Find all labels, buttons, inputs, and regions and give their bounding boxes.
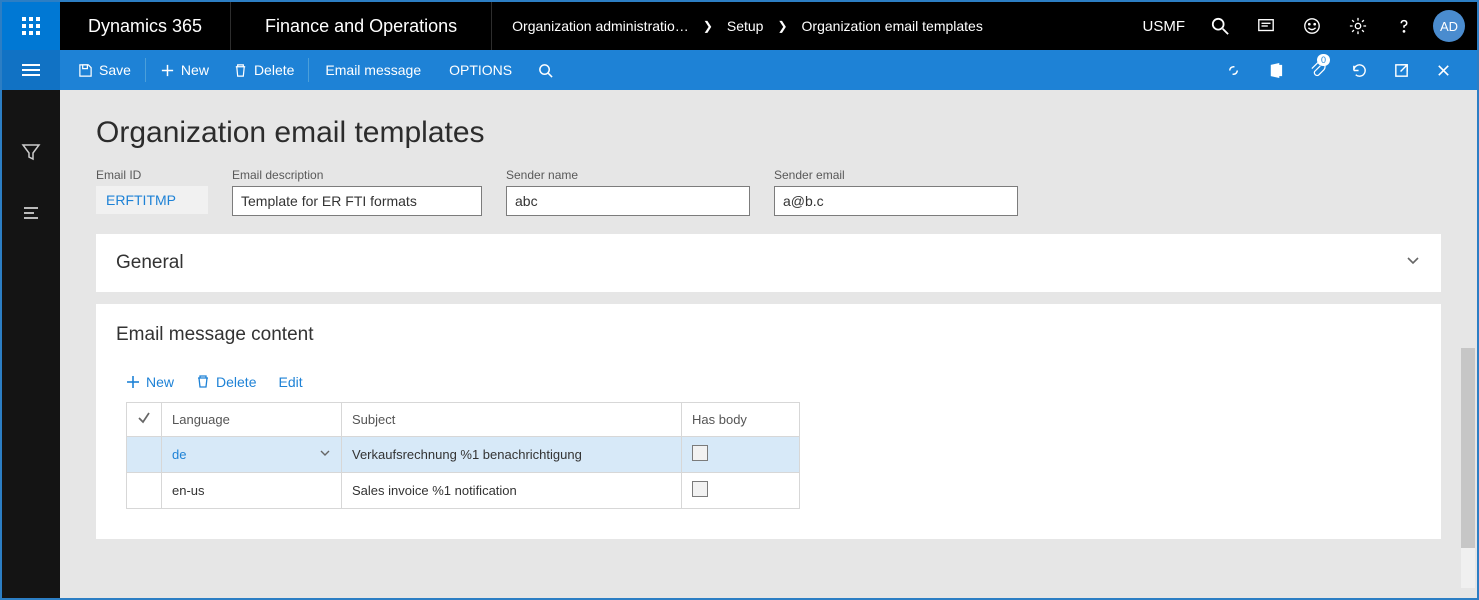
delete-label: Delete <box>254 62 294 78</box>
gear-icon[interactable] <box>1335 2 1381 50</box>
filter-icon[interactable] <box>21 142 41 167</box>
options-button[interactable]: OPTIONS <box>435 62 526 78</box>
email-message-content-title: Email message content <box>116 324 1421 346</box>
chevron-right-icon: ❯ <box>777 19 787 33</box>
table-row[interactable]: en-us Sales invoice %1 notification <box>127 473 800 509</box>
top-icons: AD <box>1197 2 1477 50</box>
separator <box>308 58 309 82</box>
email-id-value[interactable]: ERFTITMP <box>96 186 208 214</box>
breadcrumb: Organization administratio… ❯ Setup ❯ Or… <box>492 18 1130 34</box>
popout-button[interactable] <box>1383 50 1419 90</box>
general-section-header[interactable]: General <box>96 234 1441 292</box>
cell-language-value: de <box>172 447 186 462</box>
related-icon[interactable] <box>21 203 41 228</box>
sender-name-label: Sender name <box>506 168 750 182</box>
refresh-button[interactable] <box>1341 50 1377 90</box>
header-fields: Email ID ERFTITMP Email description Send… <box>96 168 1441 216</box>
grid-delete-button[interactable]: Delete <box>196 374 256 390</box>
delete-button[interactable]: Delete <box>221 50 306 90</box>
search-icon[interactable] <box>1197 2 1243 50</box>
checkbox[interactable] <box>692 481 708 497</box>
help-icon[interactable] <box>1381 2 1427 50</box>
attachments-button[interactable]: 0 <box>1299 50 1335 90</box>
action-search-button[interactable] <box>526 50 565 90</box>
avatar[interactable]: AD <box>1433 10 1465 42</box>
cell-language[interactable]: de <box>162 437 342 473</box>
sender-email-label: Sender email <box>774 168 1018 182</box>
brand-label[interactable]: Dynamics 365 <box>60 16 230 37</box>
nav-pane-toggle[interactable] <box>2 50 60 90</box>
sender-name-input[interactable] <box>506 186 750 216</box>
cell-subject[interactable]: Sales invoice %1 notification <box>342 473 682 509</box>
save-button[interactable]: Save <box>66 50 143 90</box>
link-icon[interactable] <box>1215 50 1251 90</box>
grid-toolbar: New Delete Edit <box>116 374 1421 390</box>
page-title: Organization email templates <box>96 116 1441 150</box>
grid-header-language[interactable]: Language <box>162 403 342 437</box>
breadcrumb-item[interactable]: Organization administratio… <box>512 18 689 34</box>
grid-edit-label: Edit <box>278 374 302 390</box>
left-rail <box>2 90 60 598</box>
grid-delete-label: Delete <box>216 374 256 390</box>
attachments-count: 0 <box>1317 54 1330 66</box>
messages-icon[interactable] <box>1243 2 1289 50</box>
company-selector[interactable]: USMF <box>1131 18 1198 35</box>
email-description-label: Email description <box>232 168 482 182</box>
global-header: Dynamics 365 Finance and Operations Orga… <box>2 2 1477 50</box>
checkbox[interactable] <box>692 445 708 461</box>
breadcrumb-item[interactable]: Organization email templates <box>802 18 983 34</box>
general-section-title: General <box>116 252 184 274</box>
email-id-label: Email ID <box>96 168 208 182</box>
separator <box>145 58 146 82</box>
email-content-grid: Language Subject Has body de Verkaufsrec… <box>126 402 800 509</box>
action-bar: Save New Delete Email message OPTIONS 0 <box>60 50 1477 90</box>
close-button[interactable] <box>1425 50 1461 90</box>
cell-hasbody[interactable] <box>682 473 800 509</box>
grid-edit-button[interactable]: Edit <box>278 374 302 390</box>
email-message-content-section: Email message content New Delete Edit <box>96 304 1441 539</box>
new-button[interactable]: New <box>148 50 221 90</box>
grid-header-hasbody[interactable]: Has body <box>682 403 800 437</box>
scrollbar[interactable] <box>1461 348 1475 588</box>
new-label: New <box>181 62 209 78</box>
save-label: Save <box>99 62 131 78</box>
chevron-down-icon <box>1405 252 1421 274</box>
office-icon[interactable] <box>1257 50 1293 90</box>
cell-subject[interactable]: Verkaufsrechnung %1 benachrichtigung <box>342 437 682 473</box>
chevron-down-icon[interactable] <box>319 447 331 462</box>
sender-email-input[interactable] <box>774 186 1018 216</box>
cell-language[interactable]: en-us <box>162 473 342 509</box>
email-description-input[interactable] <box>232 186 482 216</box>
smile-icon[interactable] <box>1289 2 1335 50</box>
grid-select-header[interactable] <box>127 403 162 437</box>
app-launcher-button[interactable] <box>2 2 60 50</box>
row-selector[interactable] <box>127 473 162 509</box>
cell-hasbody[interactable] <box>682 437 800 473</box>
row-selector[interactable] <box>127 437 162 473</box>
table-row[interactable]: de Verkaufsrechnung %1 benachrichtigung <box>127 437 800 473</box>
grid-new-button[interactable]: New <box>126 374 174 390</box>
general-section: General <box>96 234 1441 292</box>
grid-header-subject[interactable]: Subject <box>342 403 682 437</box>
action-bar-right: 0 <box>1215 50 1471 90</box>
breadcrumb-item[interactable]: Setup <box>727 18 764 34</box>
email-message-button[interactable]: Email message <box>311 62 435 78</box>
grid-new-label: New <box>146 374 174 390</box>
app-name: Finance and Operations <box>231 16 491 37</box>
chevron-right-icon: ❯ <box>703 19 713 33</box>
content-area: Organization email templates Email ID ER… <box>60 90 1477 598</box>
